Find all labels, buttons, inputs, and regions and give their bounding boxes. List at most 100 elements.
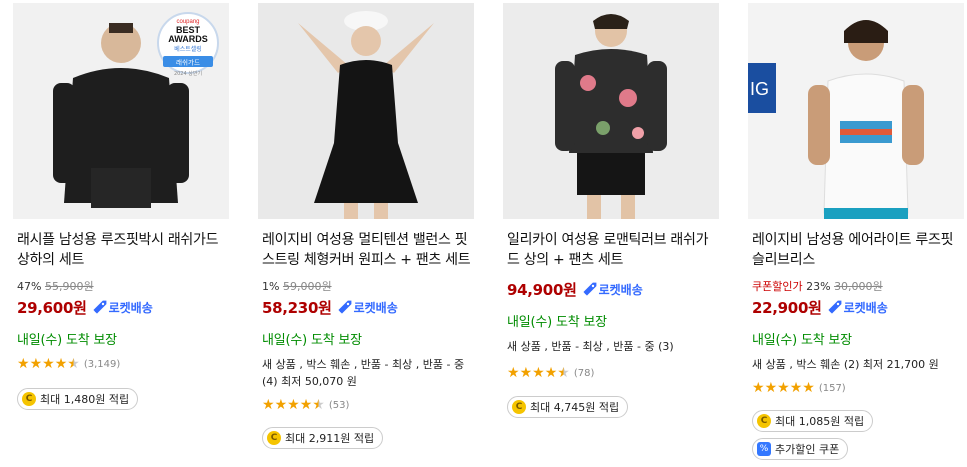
rocket-delivery-badge: 로켓배송 [93,299,153,316]
rocket-delivery-badge: 로켓배송 [828,299,888,316]
rocket-icon [583,282,596,296]
reward-label: 최대 4,745원 적립 [530,401,620,414]
best-awards-badge: coupang BEST AWARDS 베스트셀링 래쉬가드 2024 상반기 [157,9,219,87]
sale-price: 94,900원 [507,280,577,299]
sale-price: 58,230원 [262,298,332,317]
review-count: (3,149) [83,358,121,370]
extra-coupon-label: 추가할인 쿠폰 [775,443,840,456]
product-photo [503,3,719,219]
star-icon: ★ [752,380,765,396]
sale-price: 29,600원 [17,298,87,317]
product-name[interactable]: 래시플 남성용 루즈핏박시 래쉬가드 상하의 세트 [13,230,229,270]
star-icon: ★ [262,397,275,413]
rocket-icon [93,300,106,314]
used-options[interactable]: 새 상품 , 박스 훼손 , 반품 - 최상 , 반품 - 중 (4) 최저 5… [258,356,474,390]
star-icon: ★ [532,365,545,381]
star-icon: ★ [764,380,778,396]
discount-rate: 47% [17,280,42,293]
badge-line3: 베스트셀링 [174,45,202,53]
rocket-delivery-badge: 로켓배송 [338,299,398,316]
coin-icon: C [757,414,771,428]
rocket-label: 로켓배송 [353,300,398,315]
star-half-icon: ★ [67,356,80,372]
star-icon: ★ [29,356,43,372]
product-name[interactable]: 일리카이 여성용 로맨틱러브 래쉬가드 상의 + 팬츠 세트 [503,230,719,270]
star-rating: ★ ★ ★ ★ ★ [752,381,815,395]
review-count: (157) [818,382,846,394]
star-icon: ★ [519,365,533,381]
star-icon: ★ [287,397,300,413]
original-price-row: 쿠폰할인가 23% 30,000원 [748,278,964,293]
product-card[interactable]: 일리카이 여성용 로맨틱러브 래쉬가드 상의 + 팬츠 세트 94,900원 로… [503,0,719,418]
original-price: 30,000원 [834,280,883,293]
coin-icon: C [267,431,281,445]
product-image[interactable]: coupang BEST AWARDS 베스트셀링 래쉬가드 2024 상반기 [13,3,229,219]
arrival-guarantee: 내일(수) 도착 보장 [752,333,852,348]
bg-sign-fragment: IG [750,79,769,99]
product-name[interactable]: 레이지비 여성용 멀티텐션 밸런스 핏 스트링 체형커버 원피스 + 팬츠 세트 [258,230,474,270]
original-price-row: 47% 55,900원 [13,278,229,293]
sale-price: 22,900원 [752,298,822,317]
price-row: 58,230원 로켓배송 [258,297,474,317]
star-icon: ★ [42,356,55,372]
coin-icon: C [22,392,36,406]
star-icon: ★ [274,397,288,413]
review-count: (53) [328,399,350,411]
rocket-icon [338,300,351,314]
product-card[interactable]: 레이지비 여성용 멀티텐션 밸런스 핏 스트링 체형커버 원피스 + 팬츠 세트… [258,0,474,449]
star-rating: ★ ★ ★ ★ ★ [507,366,570,380]
rocket-label: 로켓배송 [598,282,643,297]
product-name[interactable]: 레이지비 남성용 에어라이트 루즈핏 슬리브리스 [748,230,964,270]
reward-label: 최대 1,085원 적립 [775,415,865,428]
star-icon: ★ [777,380,790,396]
arrival-guarantee: 내일(수) 도착 보장 [507,315,607,330]
star-rating: ★ ★ ★ ★ ★ [262,398,325,412]
used-options[interactable]: 새 상품 , 박스 훼손 (2) 최저 21,700 원 [748,356,964,373]
reward-badge: C 최대 1,480원 적립 [17,388,139,410]
original-price: 59,000원 [282,280,332,293]
review-count: (78) [573,367,595,379]
product-photo: IG [748,3,964,219]
product-image[interactable] [503,3,719,219]
arrival-guarantee: 내일(수) 도착 보장 [262,333,362,348]
star-icon: ★ [54,356,68,372]
rating-row: ★ ★ ★ ★ ★ (78) [503,366,719,380]
discount-rate: 1% [262,280,280,293]
price-row: 29,600원 로켓배송 [13,297,229,317]
arrival-guarantee: 내일(수) 도착 보장 [17,333,117,348]
coupon-price-label: 쿠폰할인가 [752,280,803,293]
product-card[interactable]: coupang BEST AWARDS 베스트셀링 래쉬가드 2024 상반기 … [13,0,229,410]
discount-rate: 23% [806,280,831,293]
rating-row: ★ ★ ★ ★ ★ (3,149) [13,357,229,371]
price-row: 22,900원 로켓배송 [748,297,964,317]
extra-coupon-badge[interactable]: % 추가할인 쿠폰 [752,438,849,460]
star-icon: ★ [507,365,520,381]
badge-ribbon: 래쉬가드 [176,58,200,67]
coin-icon: C [512,400,526,414]
coupon-icon: % [757,442,771,456]
rating-row: ★ ★ ★ ★ ★ (157) [748,381,964,395]
rocket-icon [828,300,841,314]
star-icon: ★ [544,365,558,381]
star-half-icon: ★ [312,397,325,413]
reward-badge: C 최대 4,745원 적립 [507,396,629,418]
product-image[interactable] [258,3,474,219]
product-image[interactable]: IG [748,3,964,219]
reward-label: 최대 2,911원 적립 [285,432,375,445]
rocket-label: 로켓배송 [108,300,153,315]
reward-label: 최대 1,480원 적립 [40,393,130,406]
star-icon: ★ [299,397,313,413]
star-icon: ★ [802,380,815,396]
product-card[interactable]: IG 레이지비 남성용 에어라이트 루즈핏 슬리브리스 쿠폰할인가 23% 30… [748,0,964,460]
price-row: 94,900원 로켓배송 [503,279,719,299]
used-options[interactable]: 새 상품 , 반품 - 최상 , 반품 - 중 (3) [503,338,719,355]
reward-badge: C 최대 2,911원 적립 [262,427,384,449]
rocket-label: 로켓배송 [843,300,888,315]
reward-badge: C 최대 1,085원 적립 [752,410,874,432]
rating-row: ★ ★ ★ ★ ★ (53) [258,398,474,412]
star-icon: ★ [789,380,803,396]
star-half-icon: ★ [557,365,570,381]
badge-line2: AWARDS [168,34,208,44]
star-rating: ★ ★ ★ ★ ★ [17,357,80,371]
product-photo [258,3,474,219]
